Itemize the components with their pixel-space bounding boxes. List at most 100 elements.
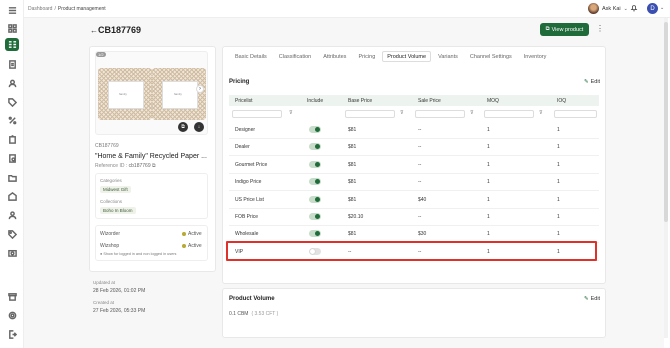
table-row: US Price List $81 $40 1 1 [229,192,599,209]
more-options-icon[interactable]: ⋮ [596,25,604,33]
include-toggle[interactable] [309,160,321,168]
warehouse-icon[interactable] [6,190,18,202]
categories-label: Categories [100,178,122,183]
cell-pricelist: Wholesale [235,231,259,238]
table-row: Designer $81 -- 1 1 [229,122,599,139]
include-toggle[interactable] [309,230,321,238]
products-icon[interactable] [5,38,19,51]
breadcrumb-separator: / [54,6,56,12]
breadcrumb: Dashboard / Product management [28,6,106,12]
filter-icon[interactable]: ⊽ [289,110,293,116]
cell-sale: -- [418,161,422,168]
orders-icon[interactable] [6,58,18,70]
product-sku: CB187769 [95,143,119,149]
menu-icon[interactable] [6,4,18,16]
product-volume-value: 0.1 CBM( 3.53 CFT ) [229,311,278,317]
tab-variants[interactable]: Variants [433,51,463,62]
filter-icon[interactable]: ⊽ [470,110,474,116]
collections-label: Collections [100,199,123,204]
tab-classification[interactable]: Classification [274,51,316,62]
user-menu[interactable]: Ask Kai ⌄ [588,3,628,14]
copy-icon[interactable]: ⧉ [152,163,156,169]
pricing-edit-button[interactable]: ✎ Edit [584,79,600,85]
view-product-button[interactable]: ⧉ View product [540,23,589,36]
dashboard-icon[interactable] [6,22,18,34]
chevron-down-icon[interactable]: ⌄ [660,5,664,11]
edit-label: Edit [590,296,601,302]
discount-icon[interactable] [6,114,18,126]
image-counter: 1/2 [96,52,106,57]
moq-filter-input[interactable] [484,110,534,118]
user-icon[interactable] [6,77,18,89]
tab-pricing[interactable]: Pricing [353,51,380,62]
tag-icon[interactable] [6,96,18,108]
org-avatar[interactable]: D [647,3,658,14]
tab-basic-details[interactable]: Basic Details [230,51,272,62]
cell-pricelist: Indigo Price [235,179,262,186]
availability-note-text: Show for logged in and non logged in use… [103,252,177,256]
filter-icon[interactable]: ⊽ [539,110,543,116]
status-dot [182,232,186,236]
table-row: FOB Price $20.10 -- 1 1 [229,209,599,226]
edit-icon: ✎ [584,296,589,302]
clipboard-icon[interactable] [6,133,18,145]
sale-price-filter-input[interactable] [415,110,465,118]
logout-icon[interactable] [6,328,18,340]
camera-icon[interactable] [6,246,18,258]
tab-inventory[interactable]: Inventory [519,51,552,62]
status-badge: Active [188,231,202,237]
filter-icon[interactable]: ⊽ [400,110,404,116]
cell-sale: -- [418,214,422,220]
tab-product-volume[interactable]: Product Volume [382,51,432,62]
reference-value: cb187769 [128,163,151,169]
cell-ioq: 1 [557,231,560,238]
external-link-icon: ⧉ [545,26,550,32]
bell-icon[interactable] [630,4,638,12]
report-icon[interactable] [6,152,18,164]
scrollbar[interactable] [664,18,668,338]
updated-label: Updated at [93,280,116,285]
cell-moq: 1 [487,214,490,220]
product-volume-card [222,288,606,338]
product-name: "Home & Family" Recycled Paper ... [95,153,207,160]
settings-icon[interactable] [6,309,18,321]
top-bar: Dashboard / Product management [24,0,670,18]
classification-box: Categories Midwest Gift Collections Boho… [95,173,208,219]
copy-icon[interactable]: ⧉ [178,122,188,132]
cell-base: $81 [348,231,357,238]
reference-label: Reference ID : [95,163,128,169]
pricelist-filter-input[interactable] [232,110,282,118]
cell-ioq: 1 [557,144,560,151]
product-volume-edit-button[interactable]: ✎ Edit [584,296,600,302]
price-tag-icon[interactable] [6,228,18,240]
breadcrumb-root[interactable]: Dashboard [28,6,52,12]
column-header: IOQ [557,98,567,104]
include-toggle[interactable] [309,195,321,203]
tab-attributes[interactable]: Attributes [318,51,351,62]
store-icon[interactable] [6,290,18,302]
download-icon[interactable]: ↓ [194,122,204,132]
category-chip: Midwest Gift [100,186,131,193]
ioq-filter-input[interactable] [554,110,597,118]
base-price-filter-input[interactable] [345,110,395,118]
tab-channel-settings[interactable]: Channel Settings [465,51,517,62]
cell-base: $81 [348,127,357,133]
include-toggle[interactable] [309,178,321,186]
next-image-icon[interactable]: › [196,85,204,93]
back-arrow-icon[interactable]: ← [90,26,98,35]
include-toggle[interactable] [309,143,321,151]
cell-ioq: 1 [557,127,560,133]
cell-pricelist: US Price List [235,196,264,203]
team-icon[interactable] [6,209,18,221]
table-row: Gourmet Price $81 -- 1 1 [229,157,599,174]
breadcrumb-current: Product management [57,6,106,12]
include-toggle[interactable] [309,126,321,133]
cell-moq: 1 [487,144,490,151]
created-label: Created at [93,300,115,305]
folder-icon[interactable] [6,171,18,183]
cell-moq: 1 [487,179,490,186]
table-row: Dealer $81 -- 1 1 [229,139,599,157]
sidebar [0,0,24,348]
cell-ioq: 1 [557,161,560,168]
include-toggle[interactable] [309,213,321,220]
